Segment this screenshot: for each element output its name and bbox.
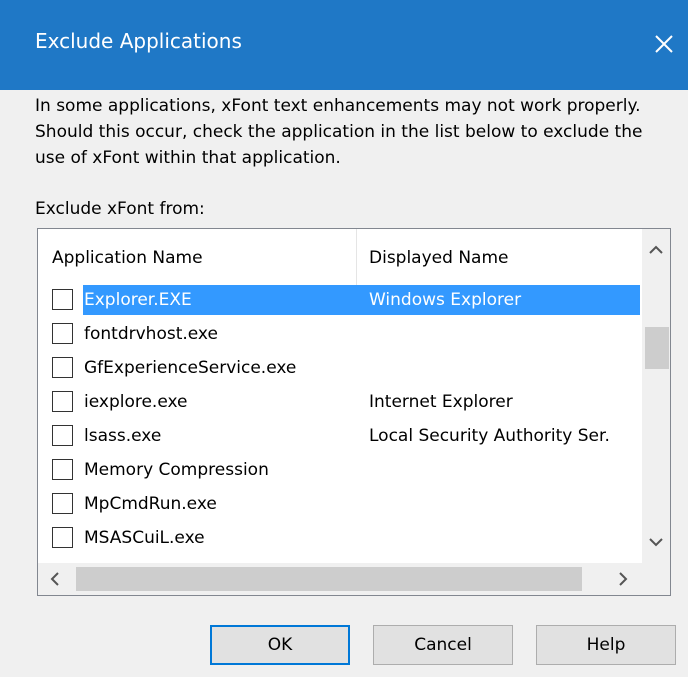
- ok-button[interactable]: OK: [210, 625, 350, 665]
- list-header: Application Name Displayed Name: [38, 229, 642, 285]
- list-row[interactable]: MpCmdRun.exe: [38, 489, 642, 523]
- column-header-application-name[interactable]: Application Name: [52, 229, 203, 285]
- list-row[interactable]: MSASCuiL.exe: [38, 523, 642, 557]
- scroll-down-button[interactable]: [642, 525, 670, 559]
- row-checkbox[interactable]: [52, 289, 73, 310]
- displayed-name: Local Security Authority Ser.: [369, 426, 610, 446]
- list-row[interactable]: Explorer.EXE Windows Explorer: [38, 285, 642, 319]
- vertical-scrollbar[interactable]: [642, 229, 670, 563]
- app-name: MSASCuiL.exe: [84, 528, 205, 548]
- chevron-left-icon: [50, 572, 59, 586]
- dialog-title: Exclude Applications: [35, 29, 242, 53]
- help-button[interactable]: Help: [536, 625, 676, 665]
- list-label: Exclude xFont from:: [35, 199, 205, 219]
- app-name: fontdrvhost.exe: [84, 324, 218, 344]
- row-checkbox[interactable]: [52, 459, 73, 480]
- scrollbar-corner: [642, 563, 670, 595]
- column-divider[interactable]: [356, 229, 357, 285]
- app-name: MpCmdRun.exe: [84, 494, 217, 514]
- horizontal-scroll-thumb[interactable]: [76, 567, 582, 591]
- row-checkbox[interactable]: [52, 527, 73, 548]
- row-checkbox[interactable]: [52, 357, 73, 378]
- list-row[interactable]: lsass.exe Local Security Authority Ser.: [38, 421, 642, 455]
- description-text: In some applications, xFont text enhance…: [35, 96, 643, 168]
- app-name: Memory Compression: [84, 460, 269, 480]
- app-name: lsass.exe: [84, 426, 162, 446]
- chevron-up-icon: [649, 245, 663, 254]
- scroll-right-button[interactable]: [608, 563, 638, 595]
- horizontal-scrollbar[interactable]: [38, 563, 670, 595]
- app-name: Explorer.EXE: [84, 290, 192, 310]
- list-row[interactable]: fontdrvhost.exe: [38, 319, 642, 353]
- list-row[interactable]: iexplore.exe Internet Explorer: [38, 387, 642, 421]
- vertical-scroll-thumb[interactable]: [645, 327, 669, 369]
- displayed-name: Windows Explorer: [369, 290, 522, 310]
- row-checkbox[interactable]: [52, 493, 73, 514]
- chevron-right-icon: [619, 572, 628, 586]
- scroll-up-button[interactable]: [642, 233, 670, 267]
- close-button[interactable]: [640, 20, 688, 68]
- row-checkbox[interactable]: [52, 391, 73, 412]
- displayed-name: Internet Explorer: [369, 392, 513, 412]
- close-icon: [655, 35, 673, 53]
- cancel-button[interactable]: Cancel: [373, 625, 513, 665]
- column-header-displayed-name[interactable]: Displayed Name: [369, 229, 508, 285]
- app-name: iexplore.exe: [84, 392, 188, 412]
- list-row[interactable]: GfExperienceService.exe: [38, 353, 642, 387]
- scroll-left-button[interactable]: [40, 563, 70, 595]
- title-bar: Exclude Applications: [0, 0, 688, 90]
- chevron-down-icon: [649, 538, 663, 547]
- list-row[interactable]: Memory Compression: [38, 455, 642, 489]
- app-name: GfExperienceService.exe: [84, 358, 297, 378]
- application-list[interactable]: Application Name Displayed Name Explorer…: [37, 228, 671, 596]
- row-checkbox[interactable]: [52, 425, 73, 446]
- row-checkbox[interactable]: [52, 323, 73, 344]
